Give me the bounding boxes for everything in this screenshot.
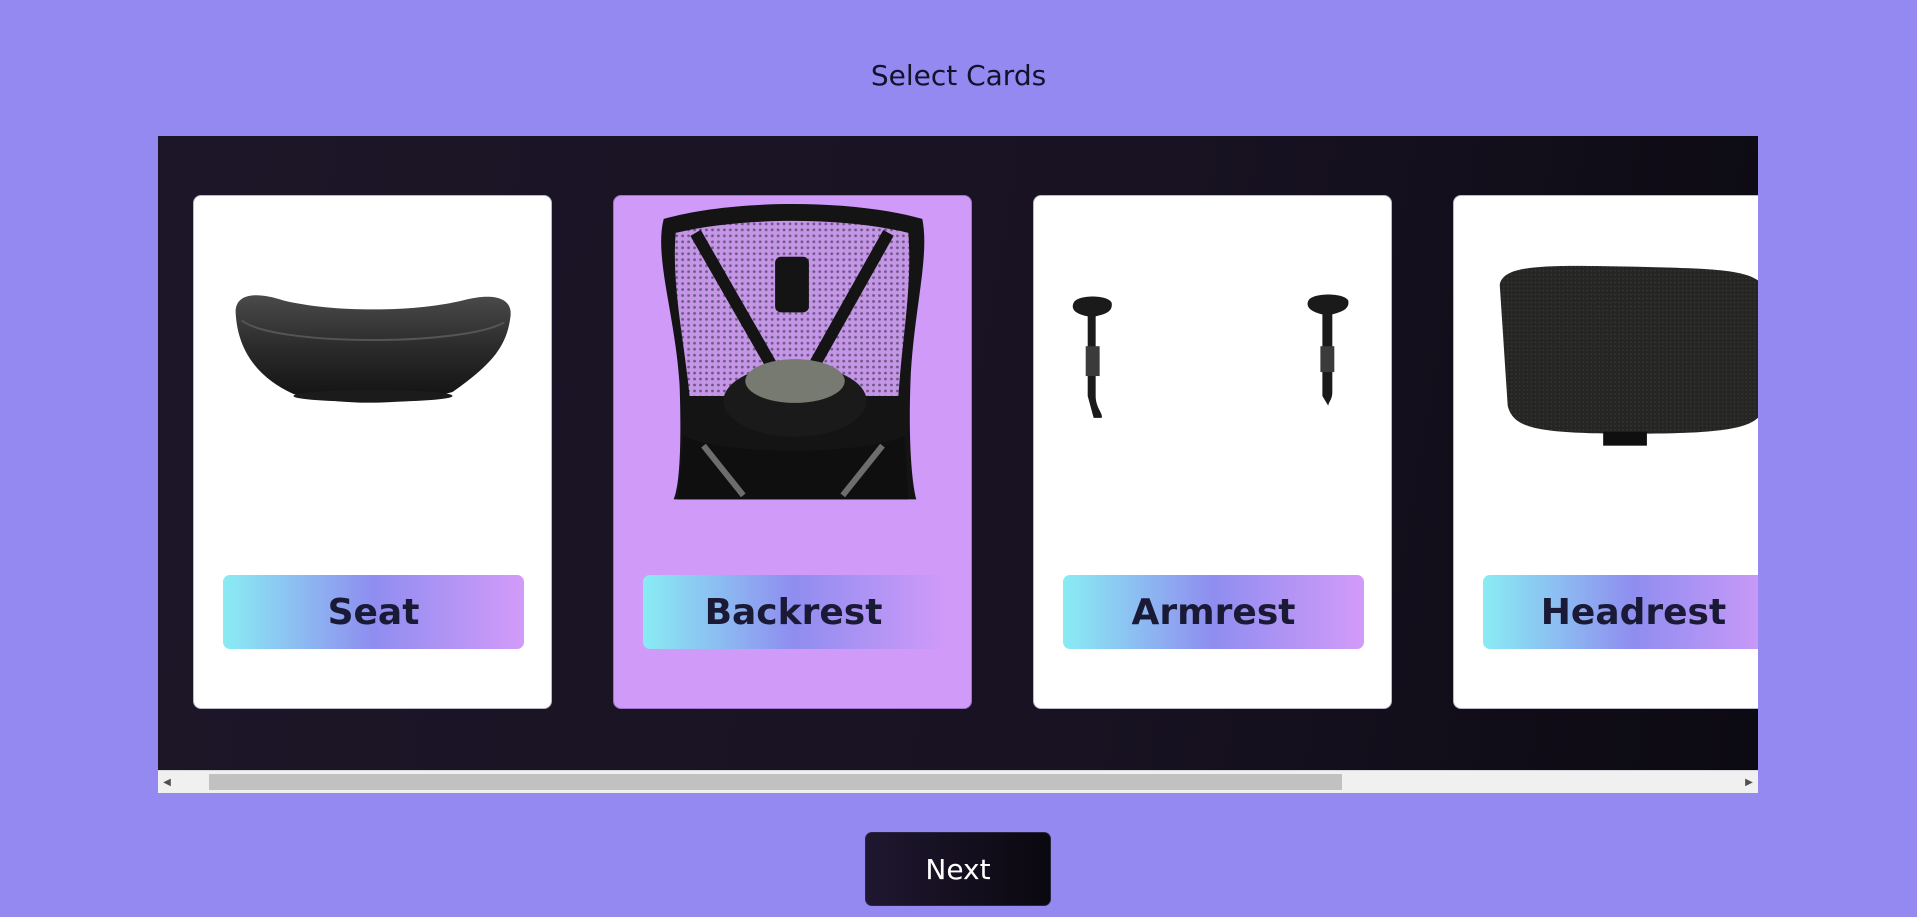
headrest-image	[1499, 265, 1758, 446]
next-button[interactable]: Next	[865, 832, 1051, 906]
card-label-seat: Seat	[223, 575, 524, 649]
page: Select Cards Seat Backrest Armrest Headr…	[0, 0, 1917, 917]
card-label-armrest: Armrest	[1063, 575, 1364, 649]
seat-image	[235, 295, 511, 403]
scroll-right-arrow-icon[interactable]: ▶	[1740, 771, 1758, 793]
backrest-image	[661, 204, 925, 500]
card-track: Seat Backrest Armrest Headrest	[158, 136, 1758, 770]
card-carousel[interactable]: Seat Backrest Armrest Headrest	[158, 136, 1758, 770]
card-backrest[interactable]: Backrest	[613, 195, 972, 709]
card-armrest[interactable]: Armrest	[1033, 195, 1392, 709]
scroll-thumb[interactable]	[209, 774, 1342, 790]
page-title: Select Cards	[870, 59, 1047, 92]
card-seat[interactable]: Seat	[193, 195, 552, 709]
card-label-headrest: Headrest	[1483, 575, 1758, 649]
horizontal-scrollbar[interactable]: ◀ ▶	[158, 770, 1758, 793]
card-label-backrest: Backrest	[643, 575, 944, 649]
armrest-image	[1072, 294, 1349, 418]
scroll-left-arrow-icon[interactable]: ◀	[158, 771, 176, 793]
card-headrest[interactable]: Headrest	[1453, 195, 1758, 709]
